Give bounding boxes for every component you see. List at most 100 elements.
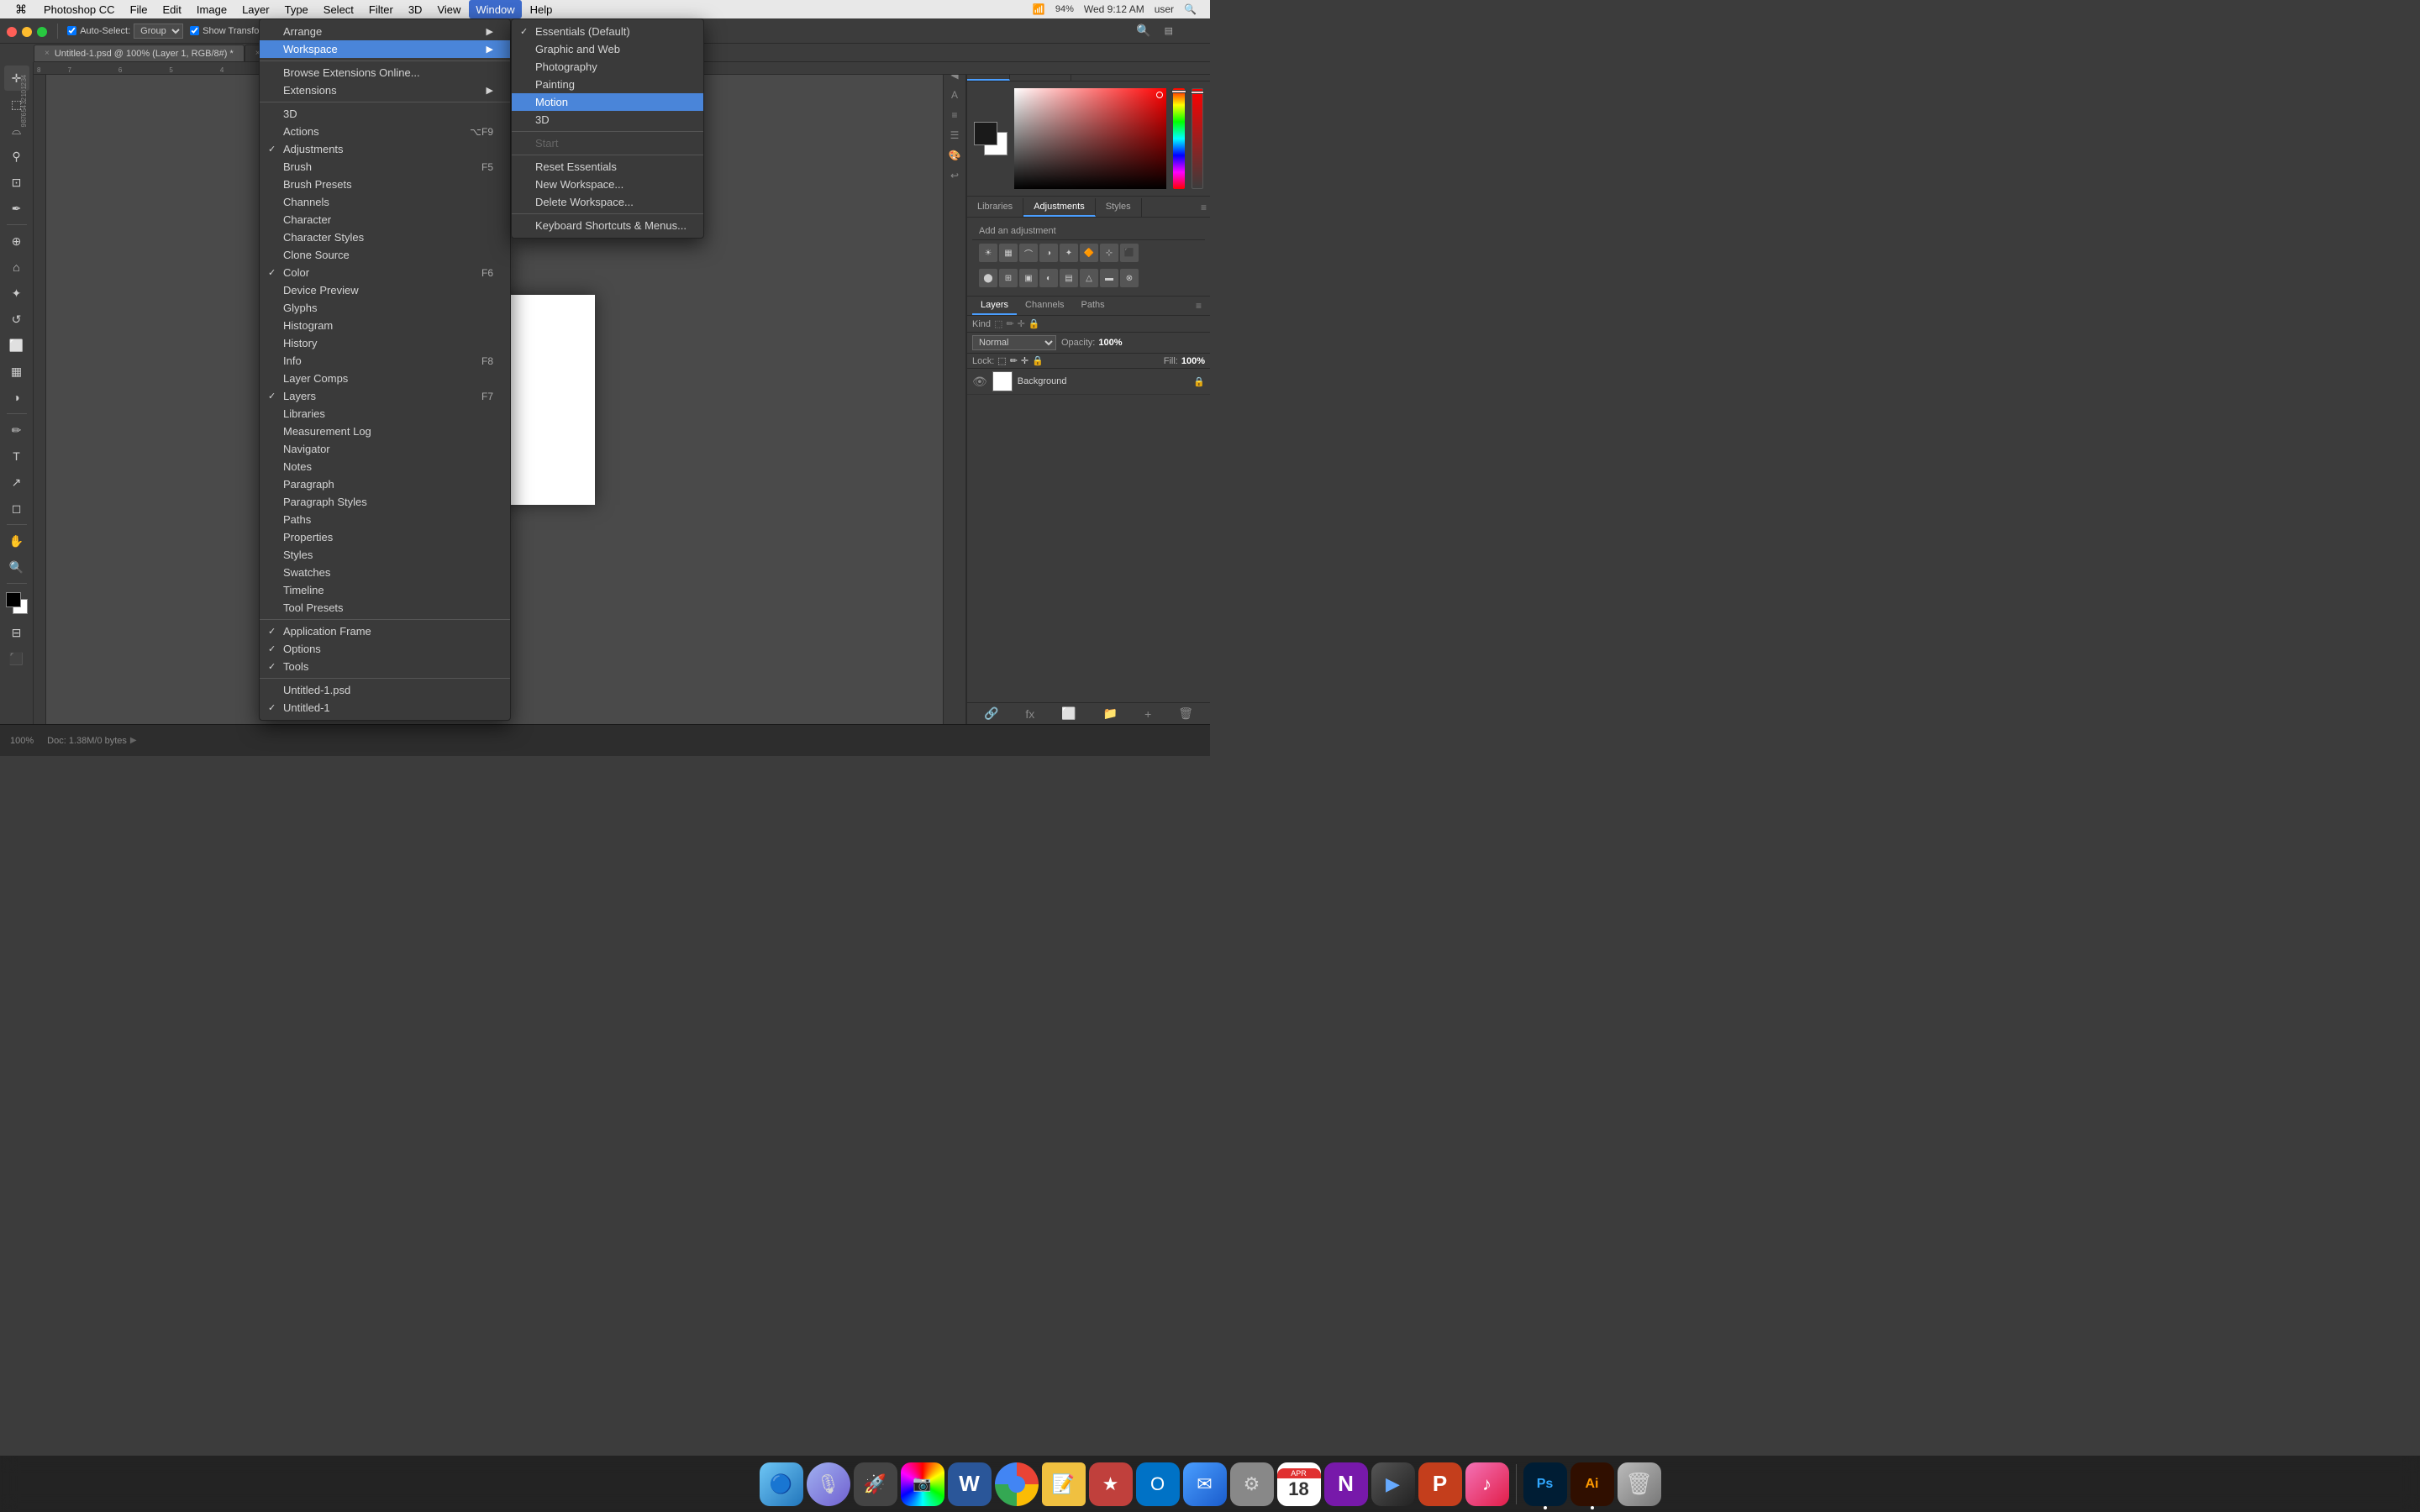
- menu-options[interactable]: ✓ Options: [260, 640, 510, 658]
- dock-chrome[interactable]: [995, 1462, 1039, 1506]
- dock-itunes[interactable]: ♪: [1465, 1462, 1509, 1506]
- menu-info[interactable]: Info F8: [260, 352, 510, 370]
- screen-mode[interactable]: ⬛: [4, 646, 29, 671]
- dock-powerpoint[interactable]: P: [1418, 1462, 1462, 1506]
- fullscreen-button[interactable]: [37, 27, 47, 37]
- layer-visibility-eye[interactable]: 👁: [972, 375, 987, 389]
- ws-reset[interactable]: Reset Essentials: [512, 158, 703, 176]
- menubar-type[interactable]: Type: [278, 0, 315, 18]
- lock-pixel-btn[interactable]: ✏: [1010, 355, 1018, 366]
- menu-tools[interactable]: ✓ Tools: [260, 658, 510, 675]
- lock-all[interactable]: 🔒: [1028, 318, 1040, 329]
- quick-mask[interactable]: ⊟: [4, 620, 29, 645]
- menu-paragraph[interactable]: Paragraph: [260, 475, 510, 493]
- clone-tool[interactable]: ✦: [4, 281, 29, 306]
- search-btn[interactable]: 🔍: [1133, 22, 1154, 39]
- colrlookup-adj[interactable]: ▣: [1019, 269, 1038, 287]
- menu-actions[interactable]: Actions ⌥F9: [260, 123, 510, 140]
- menubar-photoshop[interactable]: Photoshop CC: [37, 0, 122, 18]
- tab1-close[interactable]: ×: [45, 49, 50, 58]
- styles-tab[interactable]: Styles: [1096, 198, 1142, 217]
- menu-swatches[interactable]: Swatches: [260, 564, 510, 581]
- menu-brush[interactable]: Brush F5: [260, 158, 510, 176]
- menubar-file[interactable]: File: [124, 0, 155, 18]
- lock-transparent-btn[interactable]: ⬚: [997, 355, 1006, 366]
- menubar-image[interactable]: Image: [190, 0, 234, 18]
- color-picker-gradient[interactable]: [1014, 88, 1166, 189]
- gradient-tool[interactable]: ▦: [4, 359, 29, 384]
- history-btn[interactable]: ↩: [945, 166, 964, 185]
- photofiler-adj[interactable]: ⬤: [979, 269, 997, 287]
- dock-finder[interactable]: 🔵: [760, 1462, 803, 1506]
- menu-character-styles[interactable]: Character Styles: [260, 228, 510, 246]
- brush-tool[interactable]: ⌂: [4, 255, 29, 280]
- menu-navigator[interactable]: Navigator: [260, 440, 510, 458]
- menu-brush-presets[interactable]: Brush Presets: [260, 176, 510, 193]
- vibrance-adj[interactable]: ✦: [1060, 244, 1078, 262]
- fg-color-swatch[interactable]: [974, 122, 997, 145]
- exposure-adj[interactable]: ◑: [1039, 244, 1058, 262]
- doc-info-arrow[interactable]: ▶: [130, 736, 137, 745]
- menu-layers[interactable]: ✓ Layers F7: [260, 387, 510, 405]
- menu-tool-presets[interactable]: Tool Presets: [260, 599, 510, 617]
- curves-adj[interactable]: ⌒: [1019, 244, 1038, 262]
- menu-color[interactable]: ✓ Color F6: [260, 264, 510, 281]
- text-tool[interactable]: T: [4, 444, 29, 469]
- lock-position[interactable]: ✛: [1018, 318, 1025, 329]
- menu-timeline[interactable]: Timeline: [260, 581, 510, 599]
- lock-image[interactable]: ✏: [1006, 318, 1013, 329]
- brightness-adj[interactable]: ☀: [979, 244, 997, 262]
- panel-toggle[interactable]: ▤: [1161, 24, 1176, 38]
- hue-slider[interactable]: [1173, 88, 1185, 189]
- menubar-layer[interactable]: Layer: [235, 0, 276, 18]
- menubar-help[interactable]: Help: [523, 0, 560, 18]
- new-layer-btn[interactable]: +: [1144, 707, 1151, 721]
- crop-tool[interactable]: ⊡: [4, 170, 29, 195]
- menu-character[interactable]: Character: [260, 211, 510, 228]
- menu-measurement-log[interactable]: Measurement Log: [260, 423, 510, 440]
- channels-tab[interactable]: Channels: [1017, 297, 1072, 315]
- menu-3d[interactable]: 3D: [260, 105, 510, 123]
- link-layers-btn[interactable]: 🔗: [984, 706, 998, 721]
- menu-notes[interactable]: Notes: [260, 458, 510, 475]
- dock-launchpad[interactable]: 🚀: [854, 1462, 897, 1506]
- menu-styles[interactable]: Styles: [260, 546, 510, 564]
- hand-tool[interactable]: ✋: [4, 528, 29, 554]
- menu-libraries[interactable]: Libraries: [260, 405, 510, 423]
- dock-siri[interactable]: 🎙: [807, 1462, 850, 1506]
- posterize-adj[interactable]: ▤: [1060, 269, 1078, 287]
- menubar-select[interactable]: Select: [317, 0, 360, 18]
- dodge-tool[interactable]: ◑: [4, 385, 29, 410]
- adjustments-tab[interactable]: Adjustments: [1023, 198, 1096, 217]
- dock-trash[interactable]: 🗑: [1618, 1462, 1661, 1506]
- properties-btn[interactable]: ☰: [945, 126, 964, 144]
- menubar-window[interactable]: Window: [469, 0, 521, 18]
- alpha-slider[interactable]: [1192, 88, 1203, 189]
- ws-delete[interactable]: Delete Workspace...: [512, 193, 703, 211]
- levels-adj[interactable]: ▦: [999, 244, 1018, 262]
- invert-adj[interactable]: ◐: [1039, 269, 1058, 287]
- autoselect-select[interactable]: Group Layer: [134, 24, 183, 39]
- minimize-button[interactable]: [22, 27, 32, 37]
- lock-all-btn[interactable]: 🔒: [1032, 355, 1044, 366]
- ws-3d[interactable]: 3D: [512, 111, 703, 129]
- paths-tab[interactable]: Paths: [1073, 297, 1113, 315]
- opacity-value[interactable]: 100%: [1098, 338, 1122, 348]
- layer-row-background[interactable]: 👁 Background 🔒: [967, 369, 1210, 395]
- dock-word[interactable]: W: [948, 1462, 992, 1506]
- libraries-tab[interactable]: Libraries: [967, 198, 1023, 217]
- hsl-adj[interactable]: 🔶: [1080, 244, 1098, 262]
- delete-layer-btn[interactable]: 🗑: [1178, 706, 1193, 721]
- menu-app-frame[interactable]: ✓ Application Frame: [260, 622, 510, 640]
- menu-clone-source[interactable]: Clone Source: [260, 246, 510, 264]
- ws-new[interactable]: New Workspace...: [512, 176, 703, 193]
- ws-keyboard-shortcuts[interactable]: Keyboard Shortcuts & Menus...: [512, 217, 703, 234]
- menu-layer-comps[interactable]: Layer Comps: [260, 370, 510, 387]
- eyedropper-tool[interactable]: ✒: [4, 196, 29, 221]
- fill-value[interactable]: 100%: [1181, 356, 1205, 366]
- colorbalance-adj[interactable]: ⊹: [1100, 244, 1118, 262]
- close-button[interactable]: [7, 27, 17, 37]
- dock-photos[interactable]: 📷: [901, 1462, 944, 1506]
- add-style-btn[interactable]: fx: [1025, 707, 1034, 721]
- spotlight-icon[interactable]: 🔍: [1184, 3, 1197, 15]
